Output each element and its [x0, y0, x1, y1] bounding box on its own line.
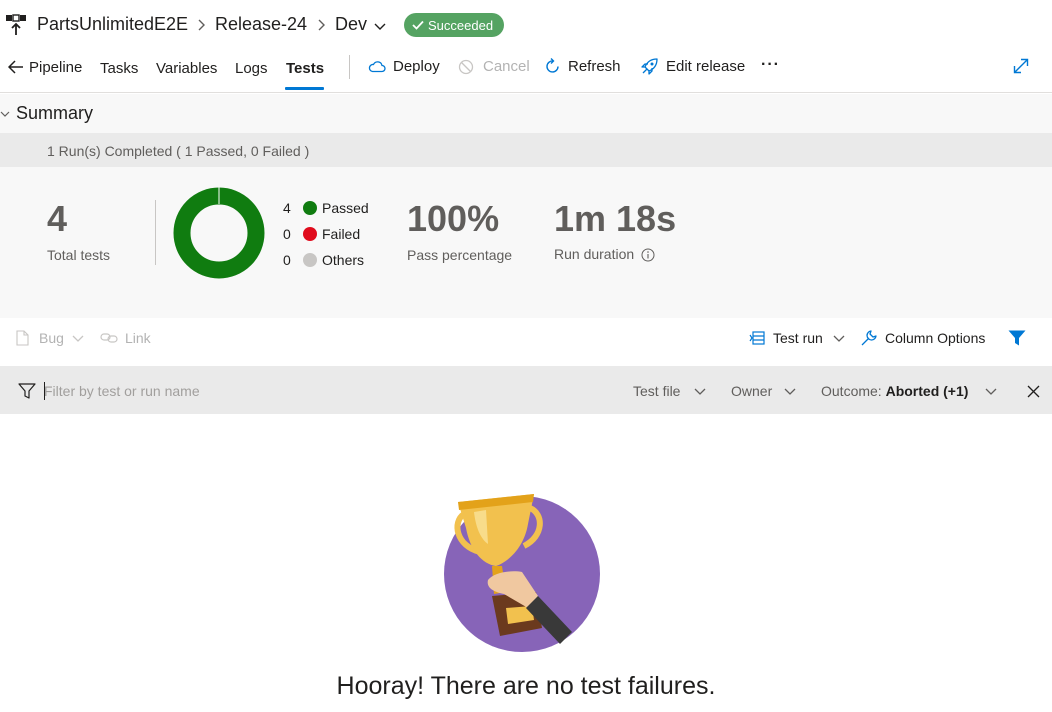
chevron-right-icon — [196, 18, 206, 32]
active-tab-indicator — [285, 87, 324, 90]
legend-failed-dot — [303, 227, 317, 241]
summary-divider — [155, 200, 156, 265]
chevron-right-icon — [316, 18, 326, 32]
legend-passed-count: 4 — [283, 200, 291, 216]
cloud-icon — [368, 59, 386, 73]
breadcrumb-project[interactable]: PartsUnlimitedE2E — [37, 14, 188, 38]
pipeline-logo-icon[interactable] — [5, 14, 27, 36]
test-run-icon — [749, 331, 765, 345]
runs-completed-text: 1 Run(s) Completed ( 1 Passed, 0 Failed … — [47, 143, 310, 159]
outcome-label: Outcome: — [821, 383, 886, 399]
tab-tasks[interactable]: Tasks — [100, 60, 138, 77]
filter-toggle-icon[interactable] — [1008, 330, 1026, 346]
summary-panel — [0, 94, 1052, 318]
breadcrumb-release[interactable]: Release-24 — [215, 14, 307, 38]
outcome-dropdown[interactable]: Outcome: Aborted (+1) — [821, 383, 968, 399]
chevron-down-icon — [71, 334, 85, 343]
clear-filter-icon[interactable] — [1027, 385, 1040, 398]
tab-variables[interactable]: Variables — [156, 60, 217, 77]
refresh-button[interactable]: Refresh — [568, 58, 621, 75]
chevron-down-icon[interactable] — [783, 387, 797, 396]
status-badge: Succeeded — [404, 13, 504, 37]
tab-logs[interactable]: Logs — [235, 60, 268, 77]
link-button[interactable]: Link — [125, 330, 151, 346]
tab-tests[interactable]: Tests — [286, 60, 324, 77]
expand-icon[interactable] — [1013, 58, 1029, 74]
run-duration-value: 1m 18s — [554, 198, 677, 239]
test-run-dropdown[interactable]: Test run — [773, 330, 823, 346]
checkmark-icon — [412, 20, 424, 30]
legend-others-label: Others — [322, 252, 365, 268]
column-options-button[interactable]: Column Options — [885, 330, 985, 346]
pass-percentage-label: Pass percentage — [407, 247, 513, 263]
text-cursor — [44, 382, 45, 400]
deploy-button[interactable]: Deploy — [393, 58, 440, 75]
edit-release-button[interactable]: Edit release — [666, 58, 745, 75]
total-tests-value: 4 — [47, 198, 68, 239]
refresh-icon — [545, 58, 561, 75]
breadcrumb-stage[interactable]: Dev — [335, 14, 367, 38]
legend-failed-label: Failed — [322, 226, 361, 242]
more-options-button[interactable]: ··· — [761, 56, 780, 74]
chevron-down-icon[interactable] — [693, 387, 707, 396]
pass-percentage-value: 100% — [407, 198, 500, 239]
outcome-donut-chart — [173, 187, 265, 279]
outcome-value: Aborted (+1) — [885, 383, 969, 399]
legend-passed-dot — [303, 201, 317, 215]
chevron-down-icon[interactable] — [0, 110, 10, 118]
owner-dropdown[interactable]: Owner — [731, 383, 772, 399]
total-tests-label: Total tests — [47, 247, 111, 263]
wrench-icon — [860, 329, 878, 347]
legend-others-count: 0 — [283, 252, 291, 268]
bug-icon — [16, 330, 29, 346]
status-badge-label: Succeeded — [428, 17, 494, 33]
run-duration-label: Run duration — [554, 246, 635, 262]
toolbar-bottom-border — [0, 92, 1052, 93]
toolbar-divider — [349, 55, 350, 79]
tab-pipeline[interactable]: Pipeline — [29, 59, 82, 76]
cancel-icon — [458, 59, 474, 75]
test-file-dropdown[interactable]: Test file — [633, 383, 680, 399]
link-icon — [100, 332, 118, 344]
back-arrow-icon[interactable] — [8, 60, 24, 74]
legend-failed-count: 0 — [283, 226, 291, 242]
summary-title[interactable]: Summary — [16, 103, 93, 124]
empty-state-message: Hooray! There are no test failures. — [336, 672, 716, 700]
info-icon[interactable] — [641, 248, 655, 262]
legend-others-dot — [303, 253, 317, 267]
chevron-down-icon[interactable] — [984, 387, 998, 396]
legend-passed-label: Passed — [322, 200, 369, 216]
cancel-button[interactable]: Cancel — [483, 58, 530, 75]
chevron-down-icon[interactable] — [832, 334, 846, 343]
filter-search-input[interactable] — [44, 380, 344, 402]
filter-icon — [18, 383, 36, 399]
rocket-icon — [640, 57, 659, 76]
chevron-down-icon[interactable] — [373, 22, 387, 32]
bug-button[interactable]: Bug — [39, 330, 64, 346]
trophy-illustration — [442, 488, 604, 654]
